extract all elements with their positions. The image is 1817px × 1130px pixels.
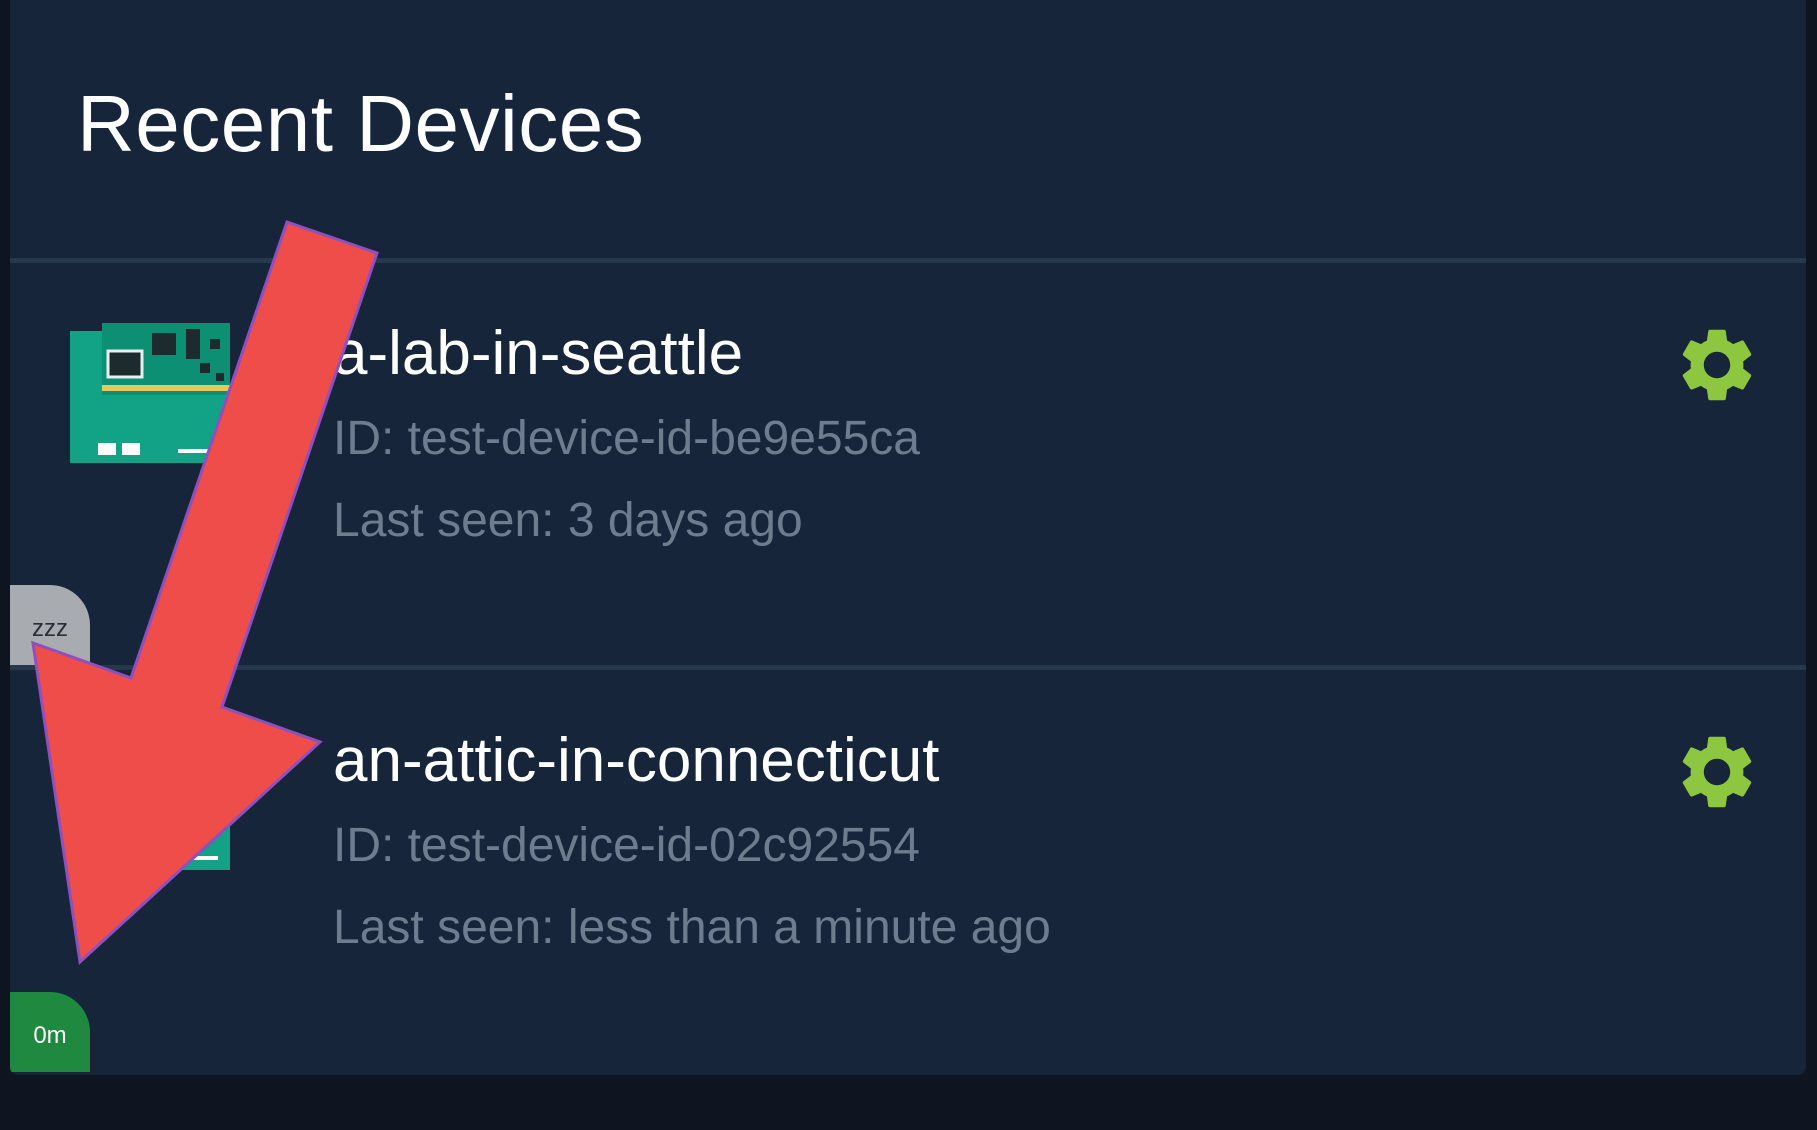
recent-devices-panel: Recent Devices a-lab-in-seattle ID: test…	[10, 0, 1806, 1075]
device-settings-button[interactable]	[1673, 728, 1761, 816]
device-id: ID: test-device-id-02c92554	[333, 819, 920, 872]
gear-icon	[1682, 329, 1752, 401]
device-last-seen: Last seen: less than a minute ago	[333, 901, 1051, 954]
device-row[interactable]: an-attic-in-connecticut ID: test-device-…	[10, 670, 1806, 1070]
panel-title: Recent Devices	[77, 79, 645, 168]
circuit-board-icon	[70, 730, 230, 870]
device-id: ID: test-device-id-be9e55ca	[333, 412, 920, 465]
status-badge: zzz	[10, 585, 90, 665]
circuit-board-icon	[70, 323, 230, 463]
status-badge: 0m	[10, 992, 90, 1072]
device-row[interactable]: a-lab-in-seattle ID: test-device-id-be9e…	[10, 263, 1806, 663]
gear-icon	[1682, 736, 1752, 808]
device-last-seen: Last seen: 3 days ago	[333, 494, 803, 547]
device-name[interactable]: an-attic-in-connecticut	[333, 725, 940, 796]
device-settings-button[interactable]	[1673, 321, 1761, 409]
device-name[interactable]: a-lab-in-seattle	[333, 318, 743, 389]
